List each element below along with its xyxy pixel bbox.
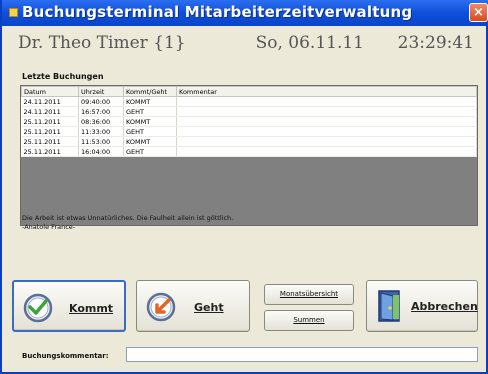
comment-label: Buchungskommentar: [22, 352, 109, 360]
clock-arrow-in-icon [23, 293, 53, 323]
app-window: Buchungsterminal Mitarbeiterzeitverwaltu… [0, 0, 488, 374]
column-header-uhrzeit[interactable]: Uhrzeit [78, 86, 124, 97]
monatsuebersicht-button[interactable]: Monatsübersicht [264, 284, 354, 305]
cell-kommentar [176, 136, 477, 147]
cell-datum: 25.11.2011 [21, 136, 79, 147]
column-header-kommt-geht[interactable]: Kommt/Geht [123, 86, 177, 97]
column-header-kommentar[interactable]: Kommentar [176, 86, 477, 97]
cell-kommentar [176, 96, 477, 107]
cell-kommt-geht: GEHT [123, 106, 177, 117]
cell-kommt-geht: KOMMT [123, 116, 177, 127]
cell-datum: 25.11.2011 [21, 116, 79, 127]
cell-uhrzeit: 16:57:00 [78, 106, 124, 117]
table-row[interactable]: 24.11.2011 09:40:00 KOMMT [21, 96, 477, 107]
close-button[interactable]: × [469, 3, 488, 22]
user-name: Dr. Theo Timer {1} [18, 33, 186, 53]
table-row[interactable]: 25.11.2011 16:04:00 GEHT [21, 146, 477, 157]
cell-uhrzeit: 09:40:00 [78, 96, 124, 107]
cell-datum: 24.11.2011 [21, 106, 79, 117]
abbrechen-label: Abbrechen [411, 300, 478, 313]
summen-button[interactable]: Summen [264, 310, 354, 331]
kommt-button[interactable]: Kommt [12, 280, 126, 332]
cell-kommentar [176, 146, 477, 157]
header-info: Dr. Theo Timer {1} So, 06.11.11 23:29:41 [18, 33, 474, 57]
geht-label: Geht [194, 301, 224, 314]
cell-kommt-geht: GEHT [123, 126, 177, 137]
geht-button[interactable]: Geht [136, 280, 250, 332]
cell-datum: 24.11.2011 [21, 96, 79, 107]
cell-uhrzeit: 16:04:00 [78, 146, 124, 157]
door-exit-icon [378, 290, 400, 322]
cell-datum: 25.11.2011 [21, 126, 79, 137]
app-icon [9, 8, 18, 17]
kommt-label: Kommt [69, 302, 114, 315]
abbrechen-button[interactable]: Abbrechen [366, 280, 478, 332]
cell-kommentar [176, 106, 477, 117]
comment-input[interactable] [126, 347, 478, 362]
quote-block: Die Arbeit ist etwas Unnatürliches. Die … [22, 214, 233, 232]
quote-text: Die Arbeit ist etwas Unnatürliches. Die … [22, 214, 234, 222]
cell-kommt-geht: KOMMT [123, 96, 177, 107]
table-header-row: Datum Uhrzeit Kommt/Geht Kommentar [21, 86, 477, 97]
cell-kommt-geht: GEHT [123, 146, 177, 157]
table-row[interactable]: 24.11.2011 16:57:00 GEHT [21, 106, 477, 117]
current-date: So, 06.11.11 [255, 33, 364, 53]
bookings-table-container[interactable]: Datum Uhrzeit Kommt/Geht Kommentar 24.11… [20, 85, 478, 226]
main-panel: Letzte Buchungen Datum Uhrzeit Kommt/Geh… [12, 68, 478, 362]
cell-kommentar [176, 126, 477, 137]
table-row[interactable]: 25.11.2011 11:53:00 KOMMT [21, 136, 477, 147]
cell-uhrzeit: 08:36:00 [78, 116, 124, 127]
cell-datum: 25.11.2011 [21, 146, 79, 157]
cell-uhrzeit: 11:33:00 [78, 126, 124, 137]
window-title: Buchungsterminal Mitarbeiterzeitverwaltu… [22, 3, 413, 21]
table-row[interactable]: 25.11.2011 08:36:00 KOMMT [21, 116, 477, 127]
current-time: 23:29:41 [397, 33, 474, 53]
column-header-datum[interactable]: Datum [21, 86, 79, 97]
title-bar[interactable]: Buchungsterminal Mitarbeiterzeitverwaltu… [2, 0, 488, 26]
bookings-title: Letzte Buchungen [22, 72, 104, 81]
bookings-table: Datum Uhrzeit Kommt/Geht Kommentar 24.11… [21, 86, 477, 157]
cell-kommt-geht: KOMMT [123, 136, 177, 147]
quote-author: -Anatole France- [22, 223, 76, 231]
table-row[interactable]: 25.11.2011 11:33:00 GEHT [21, 126, 477, 137]
clock-arrow-out-icon [146, 292, 176, 322]
cell-uhrzeit: 11:53:00 [78, 136, 124, 147]
cell-kommentar [176, 116, 477, 127]
